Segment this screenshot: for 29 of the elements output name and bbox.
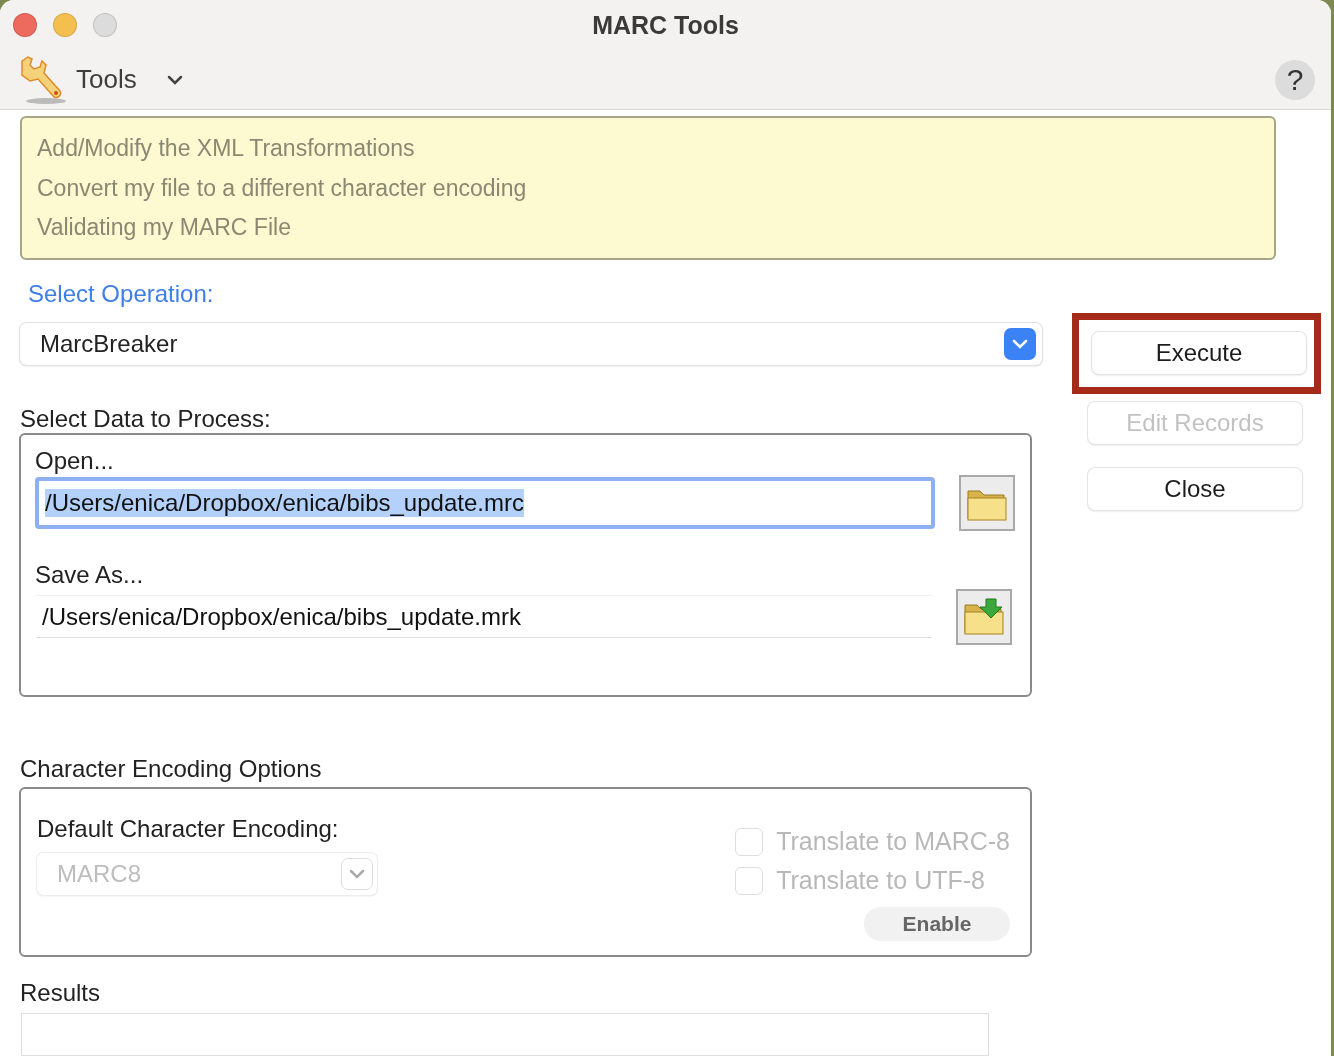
zoom-window-icon[interactable] <box>93 13 117 37</box>
tip-link[interactable]: Validating my MARC File <box>37 213 1259 243</box>
field-label: Open... <box>35 447 115 475</box>
browse-button[interactable] <box>959 475 1015 531</box>
save-browse-button[interactable] <box>956 589 1012 645</box>
wrench-icon <box>18 54 66 105</box>
save-path-field[interactable]: /Users/enica/Dropbox/enica/bibs_update.mrk <box>36 596 932 638</box>
section-label: Select Operation: <box>28 280 215 308</box>
tip-link[interactable]: Convert my file to a different character encoding <box>37 173 1259 203</box>
enable-button[interactable]: Enable <box>864 907 1010 941</box>
close-window-icon[interactable] <box>13 13 37 37</box>
window-title: MARC Tools <box>592 10 739 40</box>
chevron-down-icon <box>1012 339 1028 349</box>
tools-menu[interactable]: Tools <box>76 64 183 95</box>
field-label: Save As... <box>35 561 145 589</box>
section-label: Results <box>20 979 102 1007</box>
minimize-window-icon[interactable] <box>53 13 77 37</box>
section-label: Select Data to Process: <box>20 405 272 433</box>
chevron-down-icon <box>166 74 183 85</box>
chevron-down-icon <box>349 869 365 879</box>
section-label: Character Encoding Options <box>20 755 323 783</box>
help-button[interactable]: ? <box>1275 59 1315 100</box>
folder-arrow-icon <box>962 597 1006 637</box>
tip-link[interactable]: Add/Modify the XML Transformations <box>37 134 1259 164</box>
field-label: Default Character Encoding: <box>37 815 340 843</box>
action-button[interactable]: Execute <box>1092 332 1306 374</box>
action-button[interactable]: Close <box>1088 468 1302 510</box>
operation-select[interactable]: MarcBreaker <box>20 323 1042 365</box>
open-path-field[interactable]: /Users/enica/Dropbox/enica/bibs_update.mrc <box>35 477 936 529</box>
